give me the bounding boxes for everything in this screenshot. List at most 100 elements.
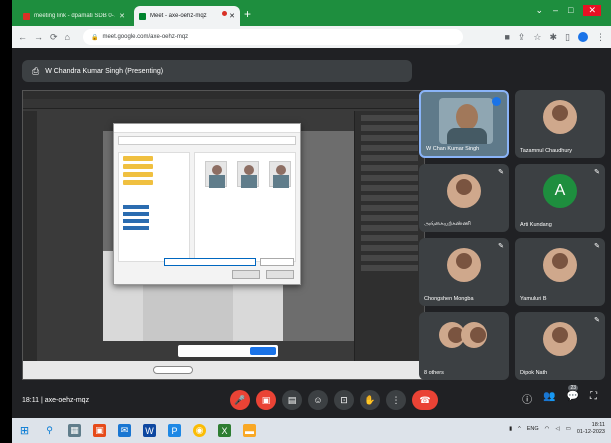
windows-taskbar: ⊞ ⚲ ▦ ▣ ✉ W P ◉ X ▬ ▮ ^ ENG ◠ ◁ ▭ 18:11 …: [12, 418, 611, 443]
mic-muted-icon: ✎: [498, 169, 504, 176]
share-icon[interactable]: ⇪: [518, 32, 526, 43]
sidebar-icon[interactable]: ▯: [565, 32, 570, 43]
participant-tile[interactable]: W Chan Kumar Singh: [419, 90, 509, 158]
participant-tile[interactable]: ✎ Chongshen Mongba: [419, 238, 509, 306]
address-bar[interactable]: 🔒 meet.google.com/axe-oehz-mqz: [82, 29, 463, 45]
mail-icon[interactable]: ✉: [118, 424, 131, 437]
windows-start-icon[interactable]: ⊞: [18, 424, 31, 437]
people-icon[interactable]: 👥: [543, 391, 555, 406]
chat-icon[interactable]: 💬: [567, 391, 579, 406]
tab-meeting-link[interactable]: meeting link - dpamati SDB 0-7 ✕: [18, 6, 130, 26]
menu-icon[interactable]: ⋮: [596, 32, 605, 43]
emoji-button[interactable]: ☺: [308, 390, 328, 410]
file-thumbnail: [237, 161, 259, 188]
photoshop-toolbox: [23, 111, 37, 361]
participant-avatar: [447, 174, 481, 208]
inner-search-box: [153, 366, 193, 374]
forward-icon[interactable]: →: [34, 32, 43, 42]
meeting-controls: 🎤 ▣ ▤ ☺ ⊡ ✋ ⋮ ☎: [230, 390, 438, 410]
captions-button[interactable]: ▤: [282, 390, 302, 410]
presenting-icon: ⎙: [32, 65, 40, 76]
participant-tile[interactable]: ✎ A Arti Kundang: [515, 164, 605, 232]
participant-avatar: [543, 100, 577, 134]
volume-icon[interactable]: ◁: [555, 426, 559, 432]
wifi-icon[interactable]: ◠: [545, 426, 550, 432]
dialog-open-button: [232, 270, 260, 279]
gmail-icon: [23, 12, 30, 20]
participant-avatar: [447, 248, 481, 282]
maximize-button[interactable]: □: [568, 5, 573, 16]
stop-sharing-button: [250, 347, 276, 355]
leave-call-button[interactable]: ☎: [412, 390, 438, 410]
camera-toggle-button[interactable]: ▣: [256, 390, 276, 410]
photoshop-layers-panel: [354, 111, 424, 361]
mic-muted-icon: ✎: [594, 243, 600, 250]
present-button[interactable]: ⊡: [334, 390, 354, 410]
word-icon[interactable]: W: [143, 424, 156, 437]
mic-muted-icon: ✎: [594, 169, 600, 176]
browser-tabstrip: meeting link - dpamati SDB 0-7 ✕ Meet - …: [12, 0, 611, 26]
system-tray: ▮ ^ ENG ◠ ◁ ▭ 18:11 01-12-2023: [509, 422, 605, 436]
activities-icon[interactable]: ⛶: [590, 391, 597, 406]
tray-app-icon[interactable]: ▮: [509, 426, 512, 432]
mic-muted-icon: ✎: [594, 317, 600, 324]
home-icon[interactable]: ⌂: [65, 32, 70, 42]
photoshop-icon[interactable]: P: [168, 424, 181, 437]
task-view-icon[interactable]: ▦: [68, 424, 81, 437]
file-open-dialog: [113, 123, 301, 285]
star-icon[interactable]: ☆: [533, 32, 541, 43]
tab-meet[interactable]: Meet - axe-oehz-mqz ✕: [134, 6, 240, 26]
mic-muted-icon: ✎: [498, 243, 504, 250]
folder-icon[interactable]: ▬: [243, 424, 256, 437]
search-icon[interactable]: ⚲: [43, 424, 56, 437]
meeting-time-code: 18:11 | axe-oehz-mqz: [22, 397, 90, 404]
camera-indicator-icon[interactable]: ■: [504, 32, 509, 42]
dialog-folder-tree: [118, 152, 190, 262]
speaking-indicator-icon: [492, 97, 501, 106]
close-tab-icon[interactable]: ✕: [119, 12, 125, 20]
minimize-button[interactable]: –: [553, 5, 558, 16]
info-icon[interactable]: ⓘ: [522, 391, 532, 406]
profile-avatar[interactable]: [578, 32, 588, 42]
participant-avatar: A: [543, 174, 577, 208]
back-icon[interactable]: ←: [18, 32, 27, 42]
photoshop-menubar: [23, 91, 424, 99]
reload-icon[interactable]: ⟳: [50, 32, 58, 43]
participant-tile[interactable]: ✎ Yamuluri B: [515, 238, 605, 306]
participant-video: [439, 98, 493, 144]
window-controls: ⌄ – □ ✕: [535, 5, 601, 16]
photoshop-options-bar: [23, 99, 424, 109]
taskbar-clock[interactable]: 18:11 01-12-2023: [577, 422, 605, 436]
dialog-file-list: [194, 152, 296, 262]
app-icon[interactable]: ▣: [93, 424, 106, 437]
file-thumbnail: [269, 161, 291, 188]
participant-tile[interactable]: Tazamnul Chaudhury: [515, 90, 605, 158]
raise-hand-button[interactable]: ✋: [360, 390, 380, 410]
recording-indicator-icon: [222, 11, 227, 16]
excel-icon[interactable]: X: [218, 424, 231, 437]
tab-search-icon[interactable]: ⌄: [535, 5, 543, 16]
lock-icon: 🔒: [90, 34, 99, 41]
battery-icon[interactable]: ▭: [566, 426, 571, 432]
participant-tile-others[interactable]: 8 others: [419, 312, 509, 380]
meet-stage: ⎙ W Chandra Kumar Singh (Presenting) W C…: [12, 48, 611, 418]
presenter-banner: ⎙ W Chandra Kumar Singh (Presenting): [22, 60, 412, 82]
participant-tile[interactable]: ✎ Dipok Nath: [515, 312, 605, 380]
mic-toggle-button[interactable]: 🎤: [230, 390, 250, 410]
new-tab-button[interactable]: +: [244, 7, 251, 21]
close-window-button[interactable]: ✕: [583, 5, 601, 16]
more-options-button[interactable]: ⋮: [386, 390, 406, 410]
close-tab-icon[interactable]: ✕: [229, 12, 235, 20]
tray-overflow-icon[interactable]: ^: [518, 426, 521, 432]
meet-icon: [139, 12, 146, 20]
file-thumbnail: [205, 161, 227, 188]
participant-avatar: [543, 248, 577, 282]
participant-avatar: [461, 322, 487, 348]
shared-screen: [22, 90, 425, 380]
participant-tile[interactable]: ✎ அங்கையற்கண்ணி: [419, 164, 509, 232]
dialog-filetype-select: [260, 258, 294, 266]
extensions-icon[interactable]: ✱: [550, 32, 558, 43]
chrome-icon[interactable]: ◉: [193, 424, 206, 437]
dialog-path-bar: [118, 136, 296, 145]
dialog-cancel-button: [266, 270, 294, 279]
